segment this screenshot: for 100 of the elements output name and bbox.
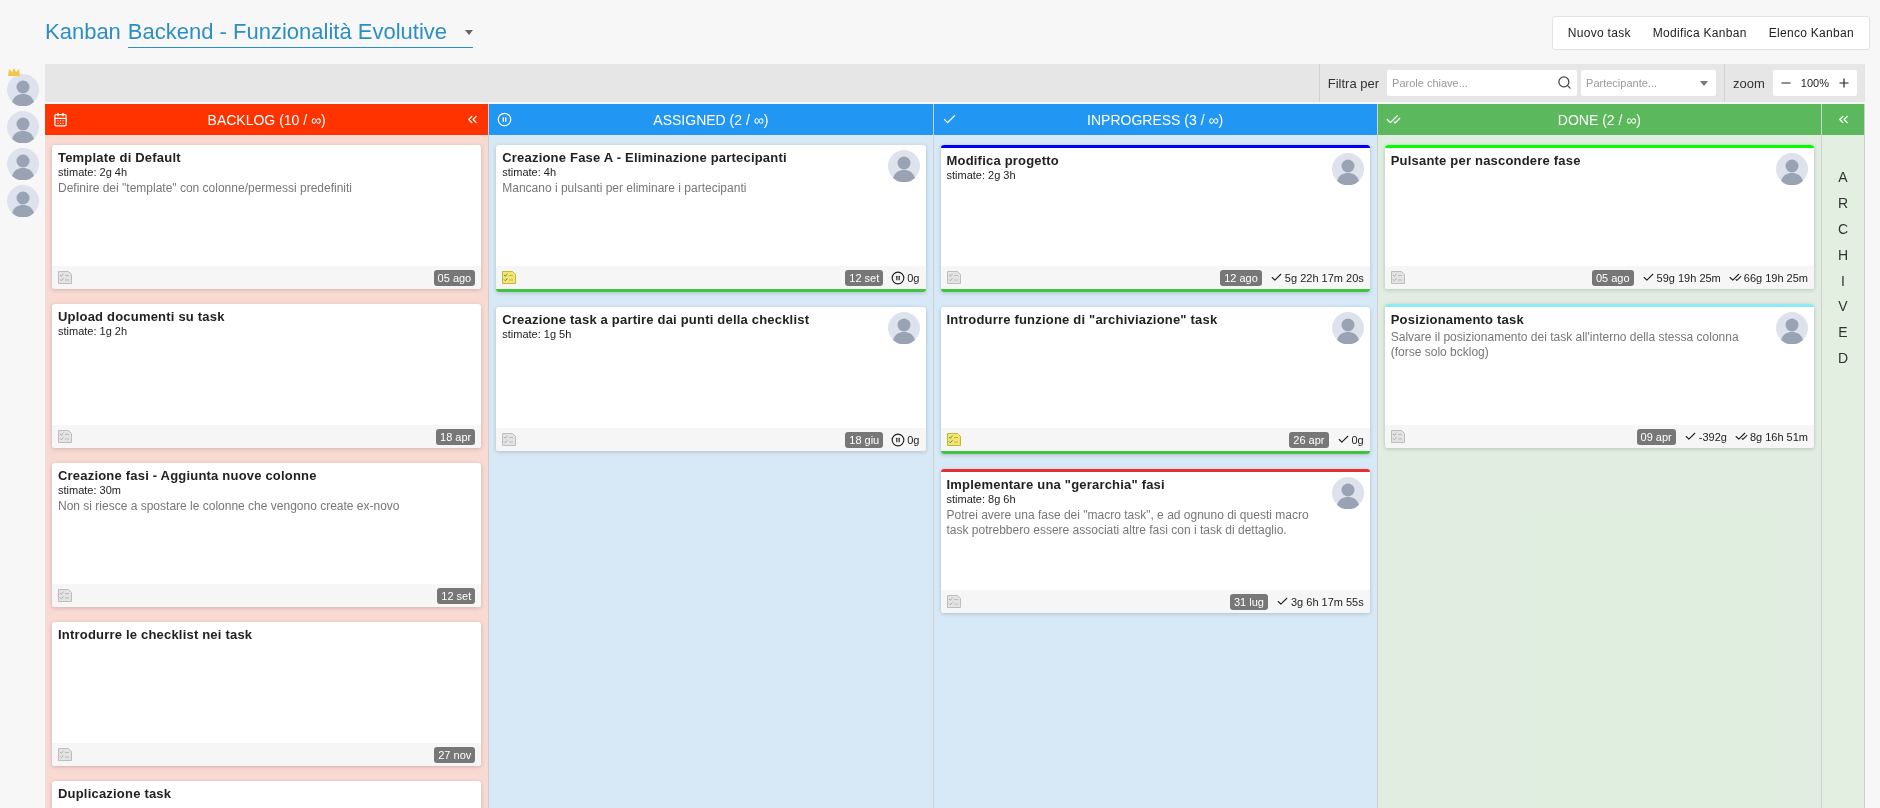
column-title: INPROGRESS (3 / ∞) [1086,111,1225,128]
zoom-value: 100% [1800,77,1829,89]
zoom-label: zoom [1733,75,1765,91]
caret-icon [465,29,474,35]
task-card[interactable]: Duplicazione task [52,781,482,808]
header-button[interactable]: Modifica Kanban [1641,19,1758,47]
check-icon [1641,271,1655,284]
date-badge: 18 apr [436,428,476,445]
card-title: Creazione Fase A - Eliminazione partecipanti [502,150,788,165]
card-title: Template di Default [58,150,182,165]
task-card[interactable]: Template di Default stimate: 2g 4h Definire dei "template" con colonne/permessi predefiniti 05 ago [52,145,482,289]
checklist-icon[interactable] [58,271,72,284]
column-title: BACKLOG (10 / ∞) [206,111,327,128]
card-title: Implementare una "gerarchia" fasi [946,477,1166,492]
card-estimate: stimate: 8g 6h [946,493,1017,505]
plus-icon [1837,76,1851,90]
archived-label[interactable]: ARCHIVED [1837,165,1849,373]
task-card[interactable]: Modifica progetto stimate: 2g 3h 12 ago 5g 22h 17m 20s [940,145,1370,292]
header-button[interactable]: Elenco Kanban [1757,19,1865,47]
card-estimate: stimate: 1g 2h [58,325,129,337]
column-title: DONE (2 / ∞) [1556,111,1642,128]
card-title: Modifica progetto [946,153,1060,168]
avatar-icon [6,185,39,217]
card-estimate: stimate: 1g 5h [502,328,573,340]
checklist-icon[interactable] [946,595,961,608]
double-check-icon [1728,271,1742,284]
avatar-icon [6,148,39,180]
task-card[interactable]: Upload documenti su task stimate: 1g 2h 18 apr [52,304,482,448]
filter-label: Filtra per [1327,75,1380,91]
search-field[interactable]: Parole chiave... [1387,70,1578,96]
search-icon[interactable] [1557,75,1573,90]
pause-icon [891,270,906,285]
checklist-icon[interactable] [946,271,961,284]
task-card[interactable]: Creazione Fase A - Eliminazione partecipanti stimate: 4h Mancano i pulsanti per eliminare i partecipanti 12 set 0g [496,145,926,292]
timer-text: 59g 19h 25m [1656,271,1721,284]
date-badge: 05 ago [433,269,476,286]
task-card[interactable]: Creazione task a partire dai punti della checklist stimate: 1g 5h 18 giu 0g [496,307,926,451]
avatar-icon [1331,153,1364,185]
card-description: Salvare il posizionamento dei task all'interno della stessa colonna (forse solo bcklog) [1390,330,1740,360]
checklist-icon[interactable] [502,271,517,284]
card-estimate: stimate: 30m [58,484,122,496]
date-badge: 27 nov [434,746,476,763]
timer-text: 0g [907,271,920,284]
date-badge: 05 ago [1591,269,1634,286]
checklist-icon[interactable] [1390,430,1405,443]
card-estimate: stimate: 4h [502,166,558,178]
date-badge: 18 giu [845,431,884,448]
header-button[interactable]: Nuovo task [1556,19,1642,47]
check-icon [1275,595,1289,608]
timer-text: 3g 6h 17m 55s [1290,595,1364,608]
timer-text: 66g 19h 25m [1743,271,1808,284]
timer-text: 5g 22h 17m 20s [1284,271,1364,284]
avatar-icon [887,312,920,344]
card-description: Definire dei "template" con colonne/permessi predefiniti [58,181,353,196]
check-icon [1683,430,1697,443]
task-card[interactable]: Introdurre le checklist nei task 27 nov [52,622,482,766]
pause-icon [497,112,513,127]
card-title: Duplicazione task [58,786,173,801]
check-icon [1336,433,1350,446]
task-card[interactable]: Creazione fasi - Aggiunta nuove colonne stimate: 30m Non si riesce a spostare le colonne che vengono create ex-novo 12 set [52,463,482,607]
avatar-icon [887,150,920,182]
calendar-icon [53,112,68,127]
checklist-icon[interactable] [502,433,517,446]
timer-text: 8g 16h 51m [1749,430,1808,443]
date-badge: 12 set [437,587,476,604]
date-badge: 12 ago [1220,269,1262,286]
task-card[interactable] [940,469,1370,613]
checklist-icon[interactable] [946,433,961,446]
checklist-icon[interactable] [1390,271,1405,284]
caret-icon [1700,81,1709,86]
card-estimate: stimate: 2g 3h [946,169,1017,181]
card-estimate: stimate: 2g 4h [58,166,129,178]
avatar-icon [1776,312,1808,344]
card-title: Pulsante per nascondere fase [1390,153,1582,168]
task-card[interactable]: Pulsante per nascondere fase 05 ago 59g 19h 25m 66g 19h 25m [1384,145,1814,289]
card-title: Creazione fasi - Aggiunta nuove colonne [58,468,318,483]
avatar-icon [6,74,39,106]
card-description: Non si riesce a spostare le colonne che vengono create ex-novo [58,499,401,514]
timer-text: -392g [1698,430,1727,443]
card-title: Introdurre funzione di "archiviazione" task [946,312,1219,327]
pause-icon [891,432,906,447]
checklist-icon[interactable] [58,589,72,602]
task-card[interactable]: Introdurre funzione di "archiviazione" task 26 apr 0g [940,307,1370,454]
checklist-icon[interactable] [58,430,72,443]
checklist-icon[interactable] [58,748,72,761]
zoom-in-button[interactable] [1837,76,1851,90]
date-badge: 26 apr [1289,431,1329,448]
double-check-icon [1734,430,1748,443]
card-title: Posizionamento task [1390,312,1525,327]
check-icon [1269,271,1283,284]
card-description: Mancano i pulsanti per eliminare i partecipanti [502,181,748,196]
task-card[interactable]: Posizionamento task Salvare il posizionamento dei task all'interno della stessa colonna (forse solo bcklog) 09 apr -392g 8g 16h 51m [1384,304,1814,448]
avatar-icon [1776,153,1808,185]
date-badge: 09 apr [1636,428,1676,445]
card-title: Introdurre le checklist nei task [58,627,254,642]
participant-select[interactable]: Partecipante... [1581,70,1717,96]
avatar-icon [1331,312,1364,344]
date-badge: 12 set [845,269,884,286]
page-title: Kanban [45,19,121,45]
timer-text: 0g [907,433,920,446]
